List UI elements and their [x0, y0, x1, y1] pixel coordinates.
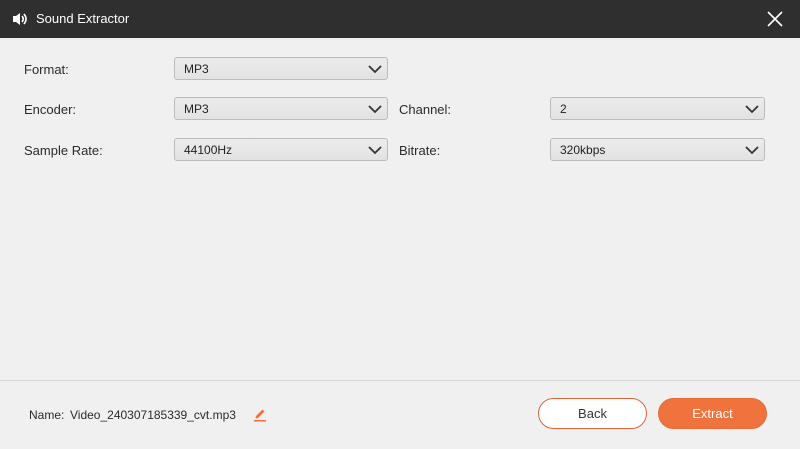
close-icon[interactable] — [762, 6, 788, 32]
chevron-down-icon — [745, 105, 759, 114]
encoder-label: Encoder: — [24, 102, 77, 117]
format-label: Format: — [24, 62, 69, 77]
sound-extractor-window: Sound Extractor Format: MP3 Encoder: MP3… — [0, 0, 800, 449]
sound-extractor-icon — [13, 13, 27, 25]
extract-button[interactable]: Extract — [658, 398, 767, 429]
channel-label: Channel: — [399, 102, 452, 117]
title-bar: Sound Extractor — [0, 0, 800, 38]
format-value: MP3 — [184, 62, 209, 76]
sample-rate-label: Sample Rate: — [24, 143, 103, 158]
back-button[interactable]: Back — [538, 398, 647, 429]
edit-icon[interactable] — [253, 406, 267, 422]
format-select[interactable]: MP3 — [174, 57, 388, 80]
bitrate-select[interactable]: 320kbps — [550, 138, 765, 161]
name-label: Name: — [29, 408, 65, 422]
chevron-down-icon — [745, 146, 759, 155]
chevron-down-icon — [368, 65, 382, 74]
window-title: Sound Extractor — [36, 11, 130, 26]
channel-value: 2 — [560, 102, 567, 116]
bitrate-label: Bitrate: — [399, 143, 441, 158]
footer: Name: Video_240307185339_cvt.mp3 Back Ex… — [0, 380, 800, 449]
sample-rate-select[interactable]: 44100Hz — [174, 138, 388, 161]
output-file-name: Video_240307185339_cvt.mp3 — [70, 408, 236, 422]
chevron-down-icon — [368, 146, 382, 155]
encoder-select[interactable]: MP3 — [174, 97, 388, 120]
chevron-down-icon — [368, 105, 382, 114]
channel-select[interactable]: 2 — [550, 97, 765, 120]
sample-rate-value: 44100Hz — [184, 143, 233, 157]
encoder-value: MP3 — [184, 102, 209, 116]
bitrate-value: 320kbps — [560, 143, 606, 157]
